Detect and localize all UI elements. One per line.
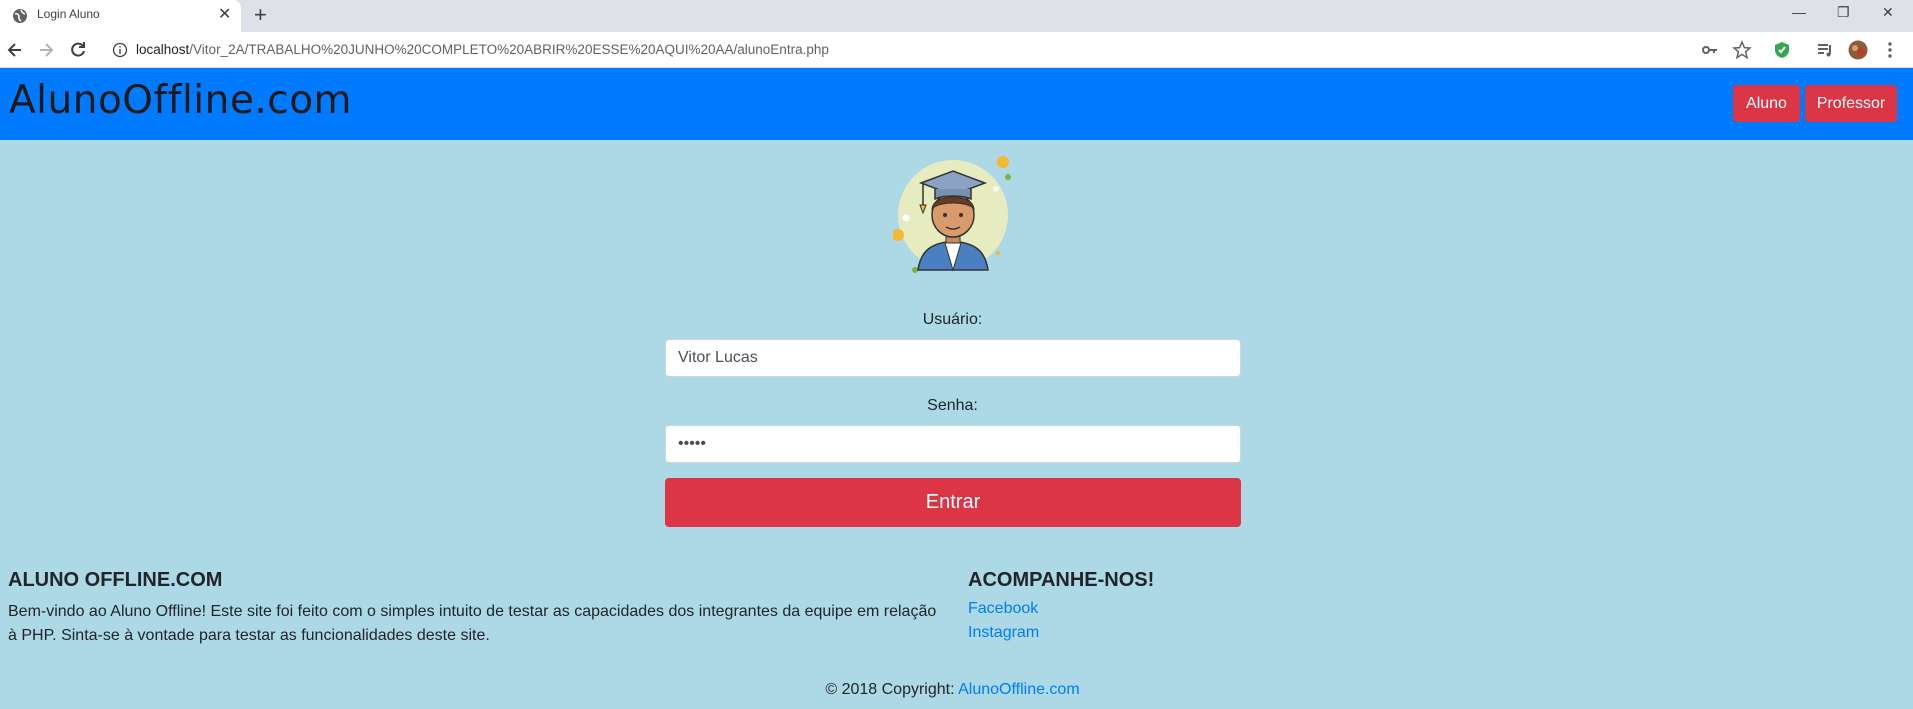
star-icon[interactable] xyxy=(1732,40,1752,60)
more-menu-icon[interactable] xyxy=(1880,40,1900,60)
restore-icon[interactable]: ❐ xyxy=(1837,4,1850,21)
minimize-icon[interactable]: — xyxy=(1792,4,1806,20)
copyright-text: © 2018 Copyright: xyxy=(825,681,959,698)
url-host: localhost xyxy=(136,42,190,57)
key-icon[interactable] xyxy=(1700,40,1720,60)
profile-avatar-icon[interactable] xyxy=(1848,40,1868,60)
graduate-avatar-illustration xyxy=(893,156,1011,273)
info-icon[interactable] xyxy=(112,42,128,58)
close-icon[interactable]: ✕ xyxy=(218,7,231,23)
site-brand[interactable]: AlunoOffline.com xyxy=(9,78,352,123)
footer-about-title: ALUNO OFFLINE.COM xyxy=(8,569,223,591)
facebook-link[interactable]: Facebook xyxy=(968,600,1038,618)
media-playlist-icon[interactable] xyxy=(1815,40,1835,60)
browser-toolbar: localhost/Vitor_2A/TRABALHO%20JUNHO%20CO… xyxy=(0,32,1913,68)
browser-tab[interactable]: Login Aluno ✕ xyxy=(0,0,241,32)
address-bar[interactable]: localhost/Vitor_2A/TRABALHO%20JUNHO%20CO… xyxy=(100,36,1760,64)
senha-input[interactable]: ••••• xyxy=(665,425,1241,463)
tab-title: Login Aluno xyxy=(37,7,100,21)
footer-about-text: Bem-vindo ao Aluno Offline! Este site fo… xyxy=(8,603,937,644)
reload-icon[interactable] xyxy=(68,40,88,60)
url-text: localhost/Vitor_2A/TRABALHO%20JUNHO%20CO… xyxy=(136,42,829,57)
shield-icon[interactable] xyxy=(1772,40,1792,60)
site-navbar: AlunoOffline.com Aluno Professor xyxy=(0,68,1913,140)
aluno-button[interactable]: Aluno xyxy=(1733,85,1800,122)
window-close-icon[interactable]: ✕ xyxy=(1882,4,1894,21)
usuario-input[interactable]: Vitor Lucas xyxy=(665,339,1241,377)
browser-tabstrip: Login Aluno ✕ + — ❐ ✕ xyxy=(0,0,1913,32)
copyright: © 2018 Copyright: AlunoOffline.com xyxy=(0,681,1905,699)
usuario-label: Usuário: xyxy=(922,311,983,328)
professor-button[interactable]: Professor xyxy=(1805,85,1897,122)
forward-arrow-icon[interactable] xyxy=(36,40,56,60)
senha-label: Senha: xyxy=(927,397,978,414)
new-tab-icon[interactable]: + xyxy=(254,3,267,27)
entrar-button[interactable]: Entrar xyxy=(665,478,1241,527)
url-path: /Vitor_2A/TRABALHO%20JUNHO%20COMPLETO%20… xyxy=(189,42,829,57)
instagram-link[interactable]: Instagram xyxy=(968,624,1039,642)
footer-follow-title: ACOMPANHE-NOS! xyxy=(968,569,1155,591)
back-arrow-icon[interactable] xyxy=(5,40,25,60)
globe-icon xyxy=(13,9,27,23)
copyright-link[interactable]: AlunoOffline.com xyxy=(958,681,1080,698)
